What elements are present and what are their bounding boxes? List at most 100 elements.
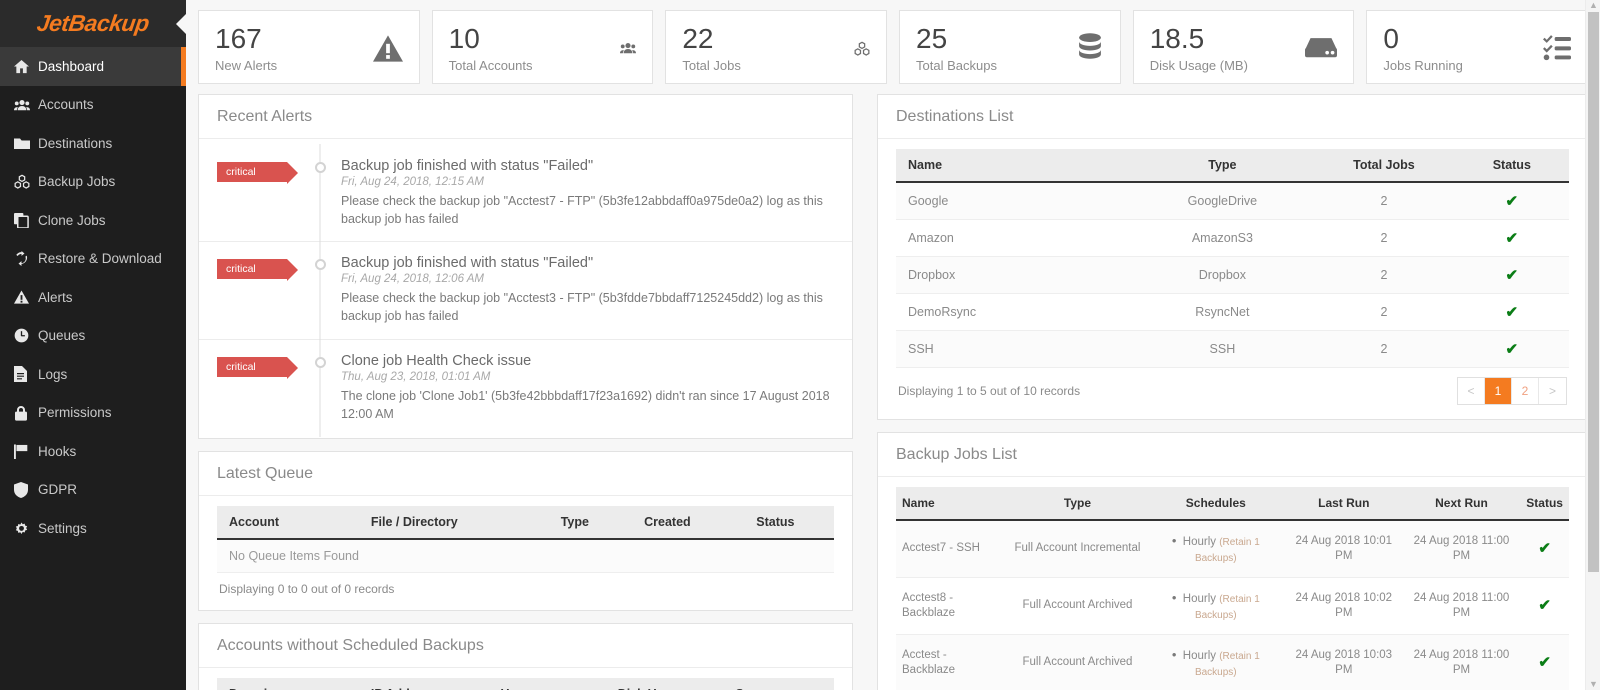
job-last-run: 24 Aug 2018 10:02 PM — [1285, 578, 1403, 635]
vertical-scrollbar[interactable]: ▲ ▼ — [1585, 0, 1600, 690]
timeline-dot-icon — [315, 162, 326, 173]
job-next-run: 24 Aug 2018 11:00 PM — [1403, 520, 1521, 578]
pagination-page-2[interactable]: 2 — [1512, 378, 1539, 404]
sidebar-item-label: Queues — [38, 328, 85, 343]
stat-card-jobs-running[interactable]: 0Jobs Running — [1366, 10, 1588, 84]
table-row[interactable]: SSHSSH2✔ — [896, 331, 1569, 368]
sidebar-item-label: Restore & Download — [38, 251, 162, 266]
sidebar-item-logs[interactable]: Logs — [0, 355, 186, 394]
stat-label: Total Accounts — [449, 58, 533, 73]
check-icon: ✔ — [1538, 597, 1551, 614]
sidebar-item-alerts[interactable]: Alerts — [0, 278, 186, 317]
alert-description: Please check the backup job "Acctest3 - … — [341, 289, 834, 325]
destination-type: RsyncNet — [1132, 294, 1314, 331]
table-row[interactable]: DropboxDropbox2✔ — [896, 257, 1569, 294]
users-icon — [620, 41, 636, 55]
destinations-records-text: Displaying 1 to 5 out of 10 records — [898, 384, 1080, 398]
job-next-run: 24 Aug 2018 11:00 PM — [1403, 635, 1521, 690]
alert-content: Backup job finished with status "Failed"… — [335, 255, 834, 325]
database-icon — [1076, 33, 1104, 63]
app-root: JetBackup DashboardAccountsDestinations B… — [0, 0, 1600, 690]
sidebar-item-label: Settings — [38, 521, 87, 536]
table-row[interactable]: GoogleGoogleDrive2✔ — [896, 182, 1569, 220]
alert-item[interactable]: criticalClone job Health Check issueThu,… — [199, 340, 852, 436]
sidebar-item-gdpr[interactable]: GDPR — [0, 471, 186, 510]
recent-alerts-panel: Recent Alerts criticalBackup job finishe… — [198, 94, 853, 439]
scrollbar-thumb[interactable] — [1588, 12, 1599, 572]
table-row[interactable]: DemoRsyncRsyncNet2✔ — [896, 294, 1569, 331]
stat-value: 0 — [1383, 23, 1463, 55]
alert-title: Clone job Health Check issue — [341, 353, 834, 369]
table-row[interactable]: Acctest7 - SSHFull Account Incremental• … — [896, 520, 1569, 578]
destinations-title: Destinations List — [896, 108, 1569, 126]
check-icon: ✔ — [1538, 654, 1551, 671]
sidebar-item-label: Backup Jobs — [38, 174, 115, 189]
column-header: Status — [717, 506, 834, 539]
destinations-header: Destinations List — [878, 95, 1587, 139]
sidebar-item-dashboard[interactable]: Dashboard — [0, 47, 186, 86]
destination-status: ✔ — [1455, 257, 1569, 294]
sidebar-item-queues[interactable]: Queues — [0, 317, 186, 356]
table-row[interactable]: AmazonAmazonS32✔ — [896, 220, 1569, 257]
sidebar-item-label: Clone Jobs — [38, 213, 106, 228]
pagination-page-1[interactable]: 1 — [1485, 378, 1512, 404]
job-schedule-name: Hourly — [1183, 593, 1216, 605]
alert-item[interactable]: criticalBackup job finished with status … — [199, 145, 852, 242]
sidebar-item-label: Alerts — [38, 290, 73, 305]
destination-total-jobs: 2 — [1313, 294, 1454, 331]
sidebar-item-backup-jobs[interactable]: Backup Jobs — [0, 163, 186, 202]
column-header: Username — [488, 678, 605, 690]
destination-type: SSH — [1132, 331, 1314, 368]
latest-queue-table: AccountFile / DirectoryTypeCreatedStatus… — [217, 506, 834, 573]
bullet-icon: • — [1172, 533, 1177, 548]
sidebar-item-permissions[interactable]: Permissions — [0, 394, 186, 433]
latest-queue-header: Latest Queue — [199, 452, 852, 496]
stat-card-total-backups[interactable]: 25Total Backups — [899, 10, 1121, 84]
job-last-run: 24 Aug 2018 10:01 PM — [1285, 520, 1403, 578]
alert-title: Backup job finished with status "Failed" — [341, 255, 834, 271]
sidebar-item-restore-download[interactable]: Restore & Download — [0, 240, 186, 279]
stat-value: 10 — [449, 23, 533, 55]
stat-card-disk-usage-mb[interactable]: 18.5Disk Usage (MB) — [1133, 10, 1355, 84]
alert-item[interactable]: criticalBackup job finished with status … — [199, 242, 852, 339]
stats-row: 167New Alerts 10 Total Accounts 22 Total Job… — [198, 10, 1588, 84]
stat-label: Total Jobs — [682, 58, 741, 73]
stat-card-new-alerts[interactable]: 167New Alerts — [198, 10, 420, 84]
sidebar-item-accounts[interactable]: Accounts — [0, 86, 186, 125]
destination-name: Dropbox — [896, 257, 1132, 294]
check-icon: ✔ — [1506, 193, 1519, 210]
table-row[interactable]: Acctest8 - BackblazeFull Account Archive… — [896, 578, 1569, 635]
sidebar: JetBackup DashboardAccountsDestinations B… — [0, 0, 186, 690]
sidebar-item-label: Permissions — [38, 405, 112, 420]
column-header: File / Directory — [359, 506, 532, 539]
column-header: Status — [1455, 149, 1569, 182]
stat-card-total-accounts[interactable]: 10 Total Accounts — [432, 10, 654, 84]
pagination-prev-button[interactable]: < — [1458, 378, 1485, 404]
stat-card-total-jobs[interactable]: 22 Total Jobs — [665, 10, 887, 84]
sidebar-item-settings[interactable]: Settings — [0, 509, 186, 548]
sidebar-item-hooks[interactable]: Hooks — [0, 432, 186, 471]
column-header: Created — [618, 506, 717, 539]
scroll-down-arrow-icon[interactable]: ▼ — [1589, 680, 1598, 689]
backup-jobs-table: NameTypeSchedulesLast RunNext RunStatus … — [896, 487, 1569, 690]
pagination-next-button[interactable]: > — [1539, 378, 1566, 404]
destinations-table: NameTypeTotal JobsStatus GoogleGoogleDri… — [896, 149, 1569, 368]
destinations-pagination[interactable]: <12> — [1457, 377, 1567, 405]
destination-total-jobs: 2 — [1313, 220, 1454, 257]
status-badge: critical — [217, 357, 287, 377]
bullet-icon: • — [1172, 647, 1177, 662]
brand-logo[interactable]: JetBackup — [0, 0, 186, 47]
backup-jobs-panel: Backup Jobs List NameTypeSchedulesLast R… — [877, 432, 1588, 690]
backup-jobs-body: NameTypeSchedulesLast RunNext RunStatus … — [878, 477, 1587, 690]
alert-timeline — [305, 255, 335, 325]
sidebar-item-destinations[interactable]: Destinations — [0, 124, 186, 163]
sidebar-item-clone-jobs[interactable]: Clone Jobs — [0, 201, 186, 240]
table-row[interactable]: Acctest - BackblazeFull Account Archived… — [896, 635, 1569, 690]
scroll-up-arrow-icon[interactable]: ▲ — [1589, 1, 1598, 10]
bullet-icon: • — [1172, 590, 1177, 605]
latest-queue-body: AccountFile / DirectoryTypeCreatedStatus… — [199, 496, 852, 610]
accounts-without-backups-body: DomainIP AddressUsernameDisk UsageOwner — [199, 668, 852, 690]
stat-value: 22 — [682, 23, 741, 55]
check-icon: ✔ — [1506, 341, 1519, 358]
job-status: ✔ — [1520, 520, 1569, 578]
